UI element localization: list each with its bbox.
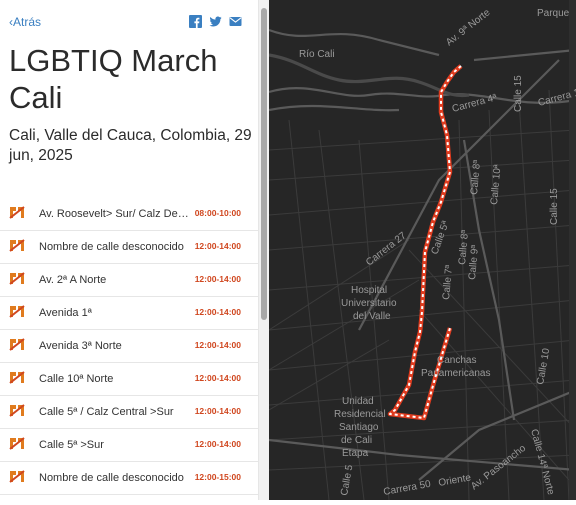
map-label-cl15b: Calle 15 <box>549 188 560 225</box>
share-buttons <box>189 15 242 28</box>
map-label-hosp2: Universitario <box>341 298 397 309</box>
closure-time: 12:00-14:00 <box>194 274 241 284</box>
back-link[interactable]: ‹Atrás <box>9 15 41 29</box>
road-closed-icon <box>9 305 25 318</box>
road-closure-list: Av. Roosevelt> Sur/ Calz Der... 08:00-10:… <box>0 198 258 495</box>
road-closed-icon <box>9 338 25 351</box>
street-name: Avenida 3ª Norte <box>39 340 122 352</box>
twitter-icon[interactable] <box>209 15 222 28</box>
road-closure-item[interactable]: Av. Roosevelt> Sur/ Calz Der... 08:00-10:… <box>0 198 258 231</box>
event-sidebar: ‹Atrás LGBTIQ March Cali Cali, Valle del… <box>0 0 258 500</box>
road-closure-item[interactable]: Calle 5ª >Sur 12:00-14:00 <box>0 429 258 462</box>
road-closed-icon <box>9 404 25 417</box>
road-closure-item[interactable]: Calle 5ª / Calz Central >Sur 12:00-14:00 <box>0 396 258 429</box>
closure-time: 08:00-10:00 <box>194 208 241 218</box>
street-name: Nombre de calle desconocido <box>39 472 184 484</box>
street-name: Nombre de calle desconocido <box>39 241 184 253</box>
map-label-u1: Unidad <box>342 396 374 407</box>
street-name: Av. 2ª A Norte <box>39 274 107 286</box>
closure-time: 12:00-14:00 <box>194 406 241 416</box>
road-closure-item[interactable]: Av. 2ª A Norte 12:00-14:00 <box>0 264 258 297</box>
map-label-parque: Parque <box>537 8 570 19</box>
road-closed-icon <box>9 437 25 450</box>
page-title: LGBTIQ March Cali <box>9 43 218 115</box>
closure-time: 12:00-14:00 <box>194 439 241 449</box>
sidebar-scrollbar[interactable] <box>258 0 269 500</box>
street-name: Avenida 1ª <box>39 307 92 319</box>
map-label-canch2: Panamericanas <box>421 368 490 379</box>
map-canvas: Av. 9ª Norte Parque Río Cali Carrera 4ª … <box>268 0 576 501</box>
road-closure-item[interactable]: Nombre de calle desconocido 12:00-15:00 <box>0 462 258 495</box>
map-label-u2: Residencial <box>334 409 386 420</box>
event-location-date: Cali, Valle del Cauca, Colombia, 29 jun,… <box>9 127 252 164</box>
street-name: Calle 5ª >Sur <box>39 439 104 451</box>
street-name: Calle 10ª Norte <box>39 373 114 385</box>
map-label-canch1: Canchas <box>437 355 476 366</box>
closure-time: 12:00-14:00 <box>194 307 241 317</box>
road-closed-icon <box>9 470 25 483</box>
map-label-u5: Etapa <box>342 448 369 459</box>
road-closure-item[interactable]: Nombre de calle desconocido 12:00-14:00 <box>0 231 258 264</box>
map-label-cl15a: Calle 15 <box>513 75 524 112</box>
street-name: Av. Roosevelt> Sur/ Calz Der... <box>39 208 189 220</box>
scrollbar-thumb[interactable] <box>261 8 267 320</box>
road-closure-item[interactable]: Avenida 1ª 12:00-14:00 <box>0 297 258 330</box>
route-map[interactable]: Av. 9ª Norte Parque Río Cali Carrera 4ª … <box>268 0 576 501</box>
closure-time: 12:00-15:00 <box>194 472 241 482</box>
facebook-icon[interactable] <box>189 15 202 28</box>
road-closed-icon <box>9 371 25 384</box>
map-label-u3: Santiago <box>339 422 379 433</box>
map-label-riocali: Río Cali <box>299 49 335 60</box>
map-label-hosp1: Hospital <box>351 285 387 296</box>
sidebar-header: ‹Atrás <box>9 13 246 31</box>
closure-time: 12:00-14:00 <box>194 340 241 350</box>
closure-time: 12:00-14:00 <box>194 373 241 383</box>
map-label-hosp3: del Valle <box>353 311 391 322</box>
road-closed-icon <box>9 239 25 252</box>
street-name: Calle 5ª / Calz Central >Sur <box>39 406 174 418</box>
back-label: Atrás <box>13 15 42 29</box>
road-closure-item[interactable]: Avenida 3ª Norte 12:00-14:00 <box>0 330 258 363</box>
email-icon[interactable] <box>229 15 242 28</box>
road-closed-icon <box>9 272 25 285</box>
road-closure-item[interactable]: Calle 10ª Norte 12:00-14:00 <box>0 363 258 396</box>
map-label-u4: de Cali <box>341 435 372 446</box>
road-closed-icon <box>9 206 25 219</box>
closure-time: 12:00-14:00 <box>194 241 241 251</box>
